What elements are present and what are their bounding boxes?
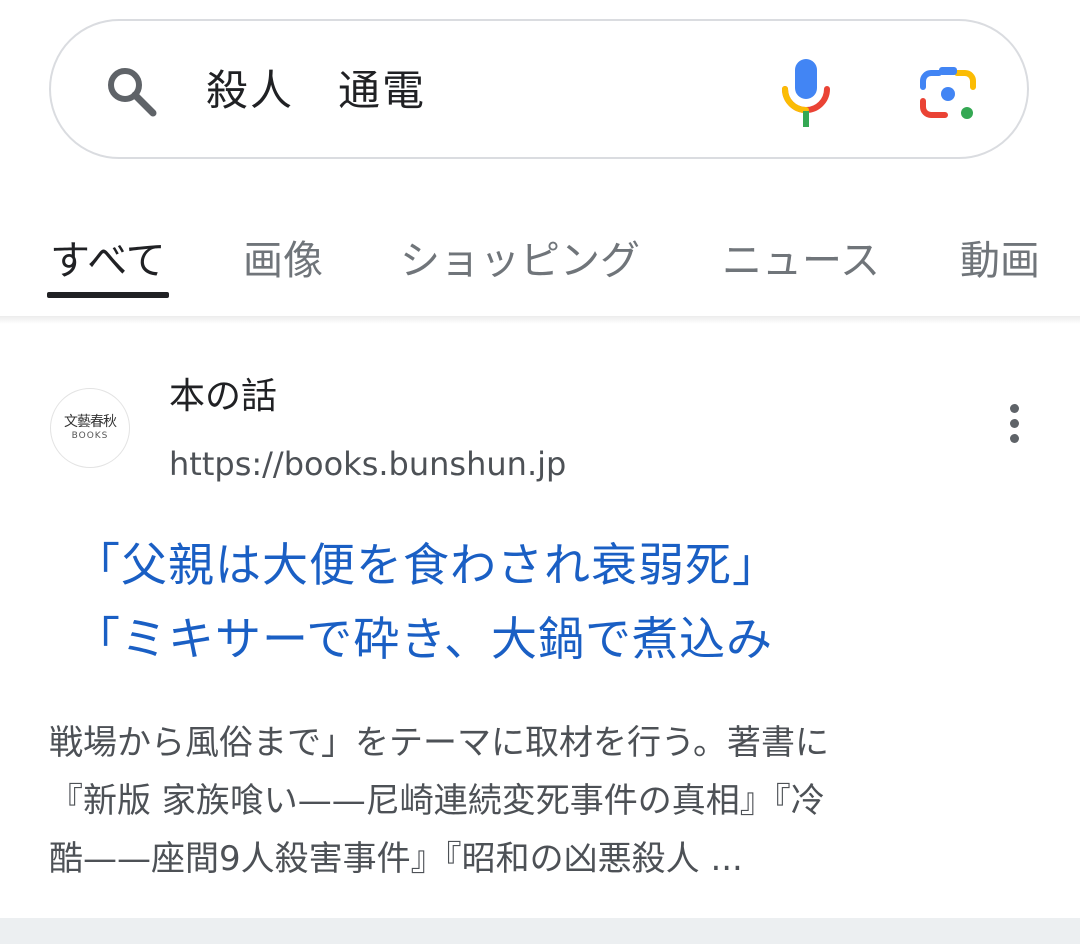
favicon-logo-subtext: BOOKS: [71, 431, 109, 441]
site-name[interactable]: 本の話: [169, 374, 277, 420]
search-bar[interactable]: 殺人 通電: [49, 19, 1029, 159]
result-title-line-2: 「ミキサーで砕き、大鍋で煮込み: [74, 612, 774, 666]
tab-videos[interactable]: 動画: [960, 233, 1040, 289]
site-favicon[interactable]: 文藝春秋 BOOKS: [50, 388, 130, 468]
tabs-divider: [0, 316, 1080, 324]
tab-news[interactable]: ニュース: [722, 233, 880, 289]
snippet-line-2: 『新版 家族喰い——尼崎連続変死事件の真相』『冷: [49, 781, 825, 821]
microphone-icon[interactable]: [779, 57, 833, 129]
favicon-logo-text: 文藝春秋: [64, 414, 117, 430]
tab-images[interactable]: 画像: [243, 233, 323, 289]
lens-camera-icon[interactable]: [917, 63, 979, 125]
search-tabs: すべて 画像 ショッピング ニュース 動画: [0, 225, 1080, 297]
result-title-line-1: 「父親は大便を食わされ衰弱死」: [74, 538, 779, 592]
site-url[interactable]: https://books.bunshun.jp: [169, 442, 566, 486]
more-options-icon[interactable]: [998, 404, 1030, 448]
snippet-line-3: 酷——座間9人殺害事件』『昭和の凶悪殺人 ...: [49, 839, 743, 879]
search-input[interactable]: 殺人 通電: [206, 61, 426, 121]
result-snippet: 戦場から風俗まで」をテーマに取材を行う。著書に 『新版 家族喰い——尼崎連続変死…: [49, 714, 1034, 888]
active-tab-indicator: [47, 292, 169, 298]
tab-all[interactable]: すべて: [50, 233, 166, 289]
result-separator: [0, 918, 1080, 944]
snippet-line-1: 戦場から風俗まで」をテーマに取材を行う。著書に: [49, 723, 829, 763]
result-title-link[interactable]: 「父親は大便を食わされ衰弱死」 「ミキサーで砕き、大鍋で煮込み: [74, 528, 779, 676]
tab-shopping[interactable]: ショッピング: [400, 233, 640, 289]
search-icon[interactable]: [103, 63, 159, 119]
